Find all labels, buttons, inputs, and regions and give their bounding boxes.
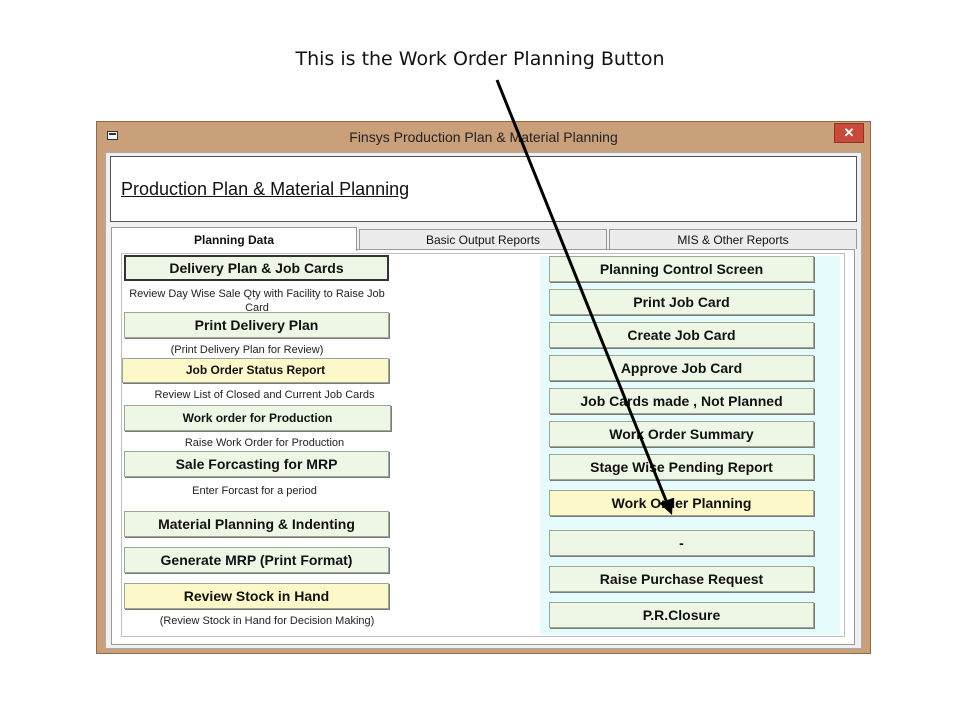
client-area: Production Plan & Material Planning Plan… — [105, 152, 862, 649]
approve-job-card-button[interactable]: Approve Job Card — [549, 355, 814, 381]
review-stock-in-hand-button[interactable]: Review Stock in Hand — [124, 583, 389, 609]
work-order-for-production-button[interactable]: Work order for Production — [124, 405, 391, 431]
job-order-status-description: Review List of Closed and Current Job Ca… — [154, 389, 375, 401]
tab-panel: Delivery Plan & Job Cards Review Day Wis… — [111, 249, 855, 645]
window-title: Finsys Production Plan & Material Planni… — [349, 129, 618, 145]
job-cards-not-planned-button[interactable]: Job Cards made , Not Planned — [549, 388, 814, 414]
annotation-caption: This is the Work Order Planning Button — [295, 48, 665, 70]
work-order-planning-button[interactable]: Work Order Planning — [549, 490, 814, 516]
stage-wise-pending-report-button[interactable]: Stage Wise Pending Report — [549, 454, 814, 480]
generate-mrp-button[interactable]: Generate MRP (Print Format) — [124, 547, 389, 573]
sale-forcasting-button[interactable]: Sale Forcasting for MRP — [124, 451, 389, 477]
print-delivery-plan-button[interactable]: Print Delivery Plan — [124, 312, 389, 338]
header-panel: Production Plan & Material Planning — [110, 156, 857, 222]
job-order-status-report-button[interactable]: Job Order Status Report — [122, 358, 389, 383]
delivery-plan-description: Review Day Wise Sale Qty with Facility t… — [129, 288, 385, 314]
close-button[interactable]: ✕ — [834, 123, 864, 143]
app-window: Finsys Production Plan & Material Planni… — [96, 121, 871, 654]
tab-basic-output-reports[interactable]: Basic Output Reports — [359, 229, 607, 249]
create-job-card-button[interactable]: Create Job Card — [549, 322, 814, 348]
print-job-card-button[interactable]: Print Job Card — [549, 289, 814, 315]
pr-closure-button[interactable]: P.R.Closure — [549, 602, 814, 628]
page-title: Production Plan & Material Planning — [121, 179, 410, 199]
work-order-summary-button[interactable]: Work Order Summary — [549, 421, 814, 447]
planning-control-screen-button[interactable]: Planning Control Screen — [549, 256, 814, 282]
sale-forcasting-description: Enter Forcast for a period — [192, 485, 317, 497]
raise-purchase-request-button[interactable]: Raise Purchase Request — [549, 566, 814, 592]
blank-dash-button[interactable]: - — [549, 530, 814, 556]
tab-planning-data[interactable]: Planning Data — [111, 227, 357, 251]
delivery-plan-job-cards-button[interactable]: Delivery Plan & Job Cards — [124, 255, 389, 281]
material-planning-indenting-button[interactable]: Material Planning & Indenting — [124, 511, 389, 537]
review-stock-description: (Review Stock in Hand for Decision Makin… — [159, 615, 375, 627]
print-delivery-plan-description: (Print Delivery Plan for Review) — [170, 344, 324, 356]
title-bar: Finsys Production Plan & Material Planni… — [97, 122, 870, 150]
tab-inner-frame: Delivery Plan & Job Cards Review Day Wis… — [121, 253, 845, 637]
tab-mis-other-reports[interactable]: MIS & Other Reports — [609, 229, 857, 249]
work-order-description: Raise Work Order for Production — [184, 437, 345, 449]
right-button-panel: Planning Control Screen Print Job Card C… — [540, 256, 840, 635]
